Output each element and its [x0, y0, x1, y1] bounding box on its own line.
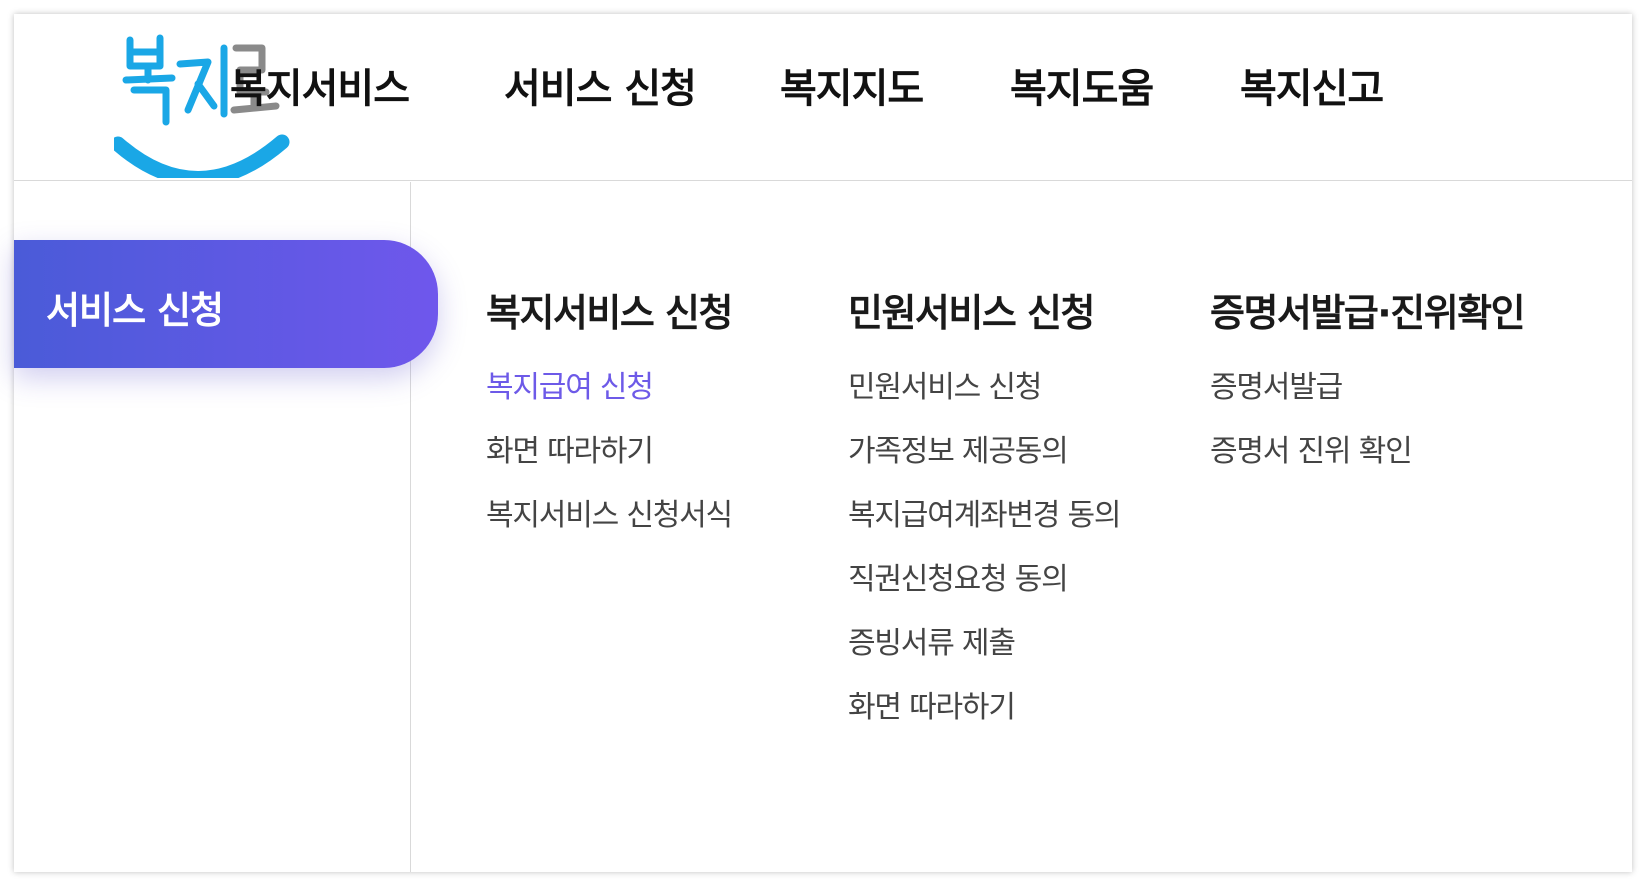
submenu-column-welfare: 복지서비스 신청 복지급여 신청 화면 따라하기 복지서비스 신청서식 [486, 282, 733, 560]
mega-menu-panel: 복지서비스 서비스 신청 복지지도 복지도움 복지신고 서비스 신청 복지서비스… [14, 14, 1632, 872]
submenu-link-civil-service-application[interactable]: 민원서비스 신청 [848, 368, 1120, 432]
sidebar-active-label: 서비스 신청 [46, 289, 224, 332]
submenu-column-title: 복지서비스 신청 [486, 291, 733, 335]
submenu-link-issue-certificate[interactable]: 증명서발급 [1210, 368, 1524, 432]
top-nav-service-application[interactable]: 서비스 신청 [504, 56, 697, 114]
submenu-link-welfare-benefit-application[interactable]: 복지급여 신청 [486, 368, 732, 432]
category-sidebar: 서비스 신청 [14, 182, 438, 872]
submenu-link-verify-certificate[interactable]: 증명서 진위 확인 [1210, 432, 1524, 496]
submenu-link-application-forms[interactable]: 복지서비스 신청서식 [486, 496, 733, 560]
top-nav-welfare-help[interactable]: 복지도움 [1010, 56, 1154, 114]
submenu-link-submit-documents[interactable]: 증빙서류 제출 [848, 624, 1120, 688]
submenu-link-screen-guide[interactable]: 화면 따라하기 [848, 688, 1120, 752]
submenu-link-family-info-consent[interactable]: 가족정보 제공동의 [848, 432, 1120, 496]
top-nav-welfare-services[interactable]: 복지서비스 [230, 56, 410, 114]
submenu-link-ex-officio-request-consent[interactable]: 직권신청요청 동의 [848, 560, 1120, 624]
submenu-column-civil: 민원서비스 신청 민원서비스 신청 가족정보 제공동의 복지급여계좌변경 동의 … [848, 282, 1122, 752]
submenu-column-certificates: 증명서발급·진위확인 증명서발급 증명서 진위 확인 [1210, 282, 1526, 496]
top-nav-welfare-report[interactable]: 복지신고 [1240, 56, 1384, 114]
site-header: 복지서비스 서비스 신청 복지지도 복지도움 복지신고 [14, 14, 1632, 181]
submenu-link-account-change-consent[interactable]: 복지급여계좌변경 동의 [848, 496, 1122, 560]
submenu-link-screen-guide[interactable]: 화면 따라하기 [486, 432, 732, 496]
sidebar-active-category[interactable]: 서비스 신청 [14, 240, 438, 368]
top-nav-welfare-map[interactable]: 복지지도 [780, 56, 924, 114]
submenu-column-title: 증명서발급·진위확인 [1210, 291, 1526, 335]
top-navigation: 복지서비스 서비스 신청 복지지도 복지도움 복지신고 [14, 14, 1632, 124]
submenu-column-title: 민원서비스 신청 [848, 291, 1095, 335]
